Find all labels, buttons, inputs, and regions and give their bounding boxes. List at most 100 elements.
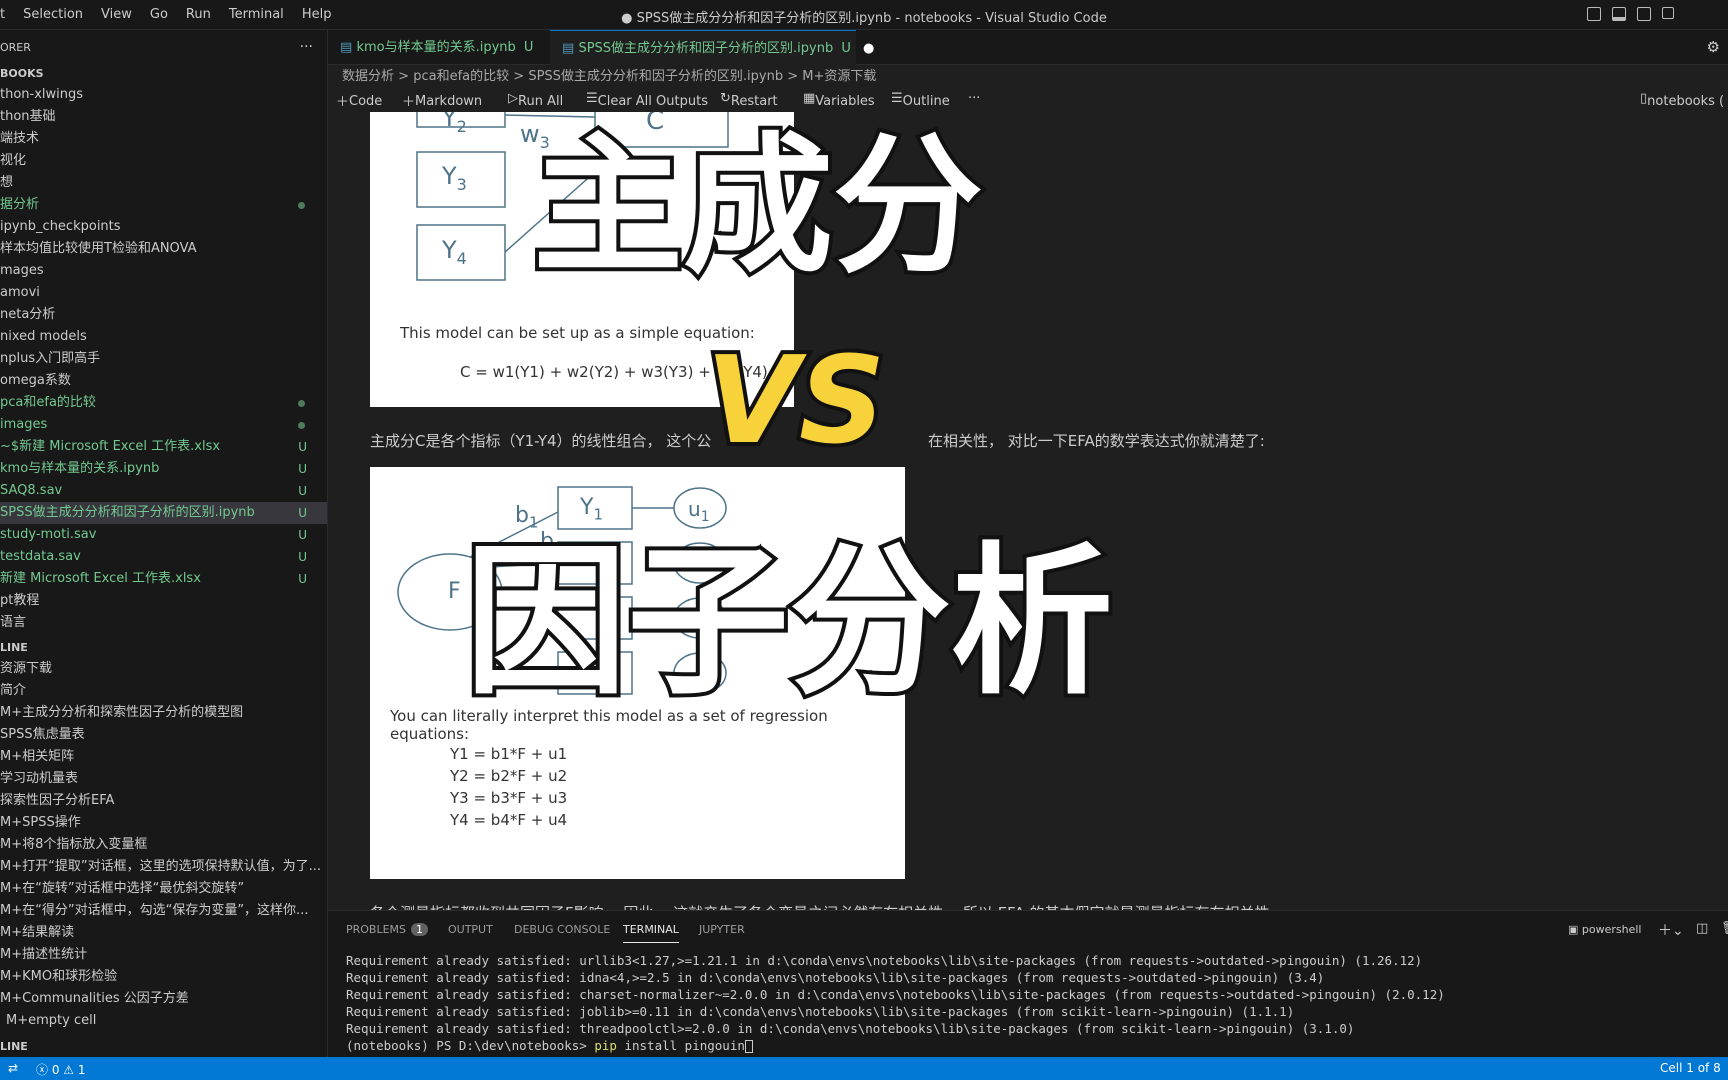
tab-problems[interactable]: PROBLEMS xyxy=(346,923,406,936)
workspace-section-header[interactable]: BOOKS xyxy=(0,64,327,84)
file-tree-item[interactable]: ~$新建 Microsoft Excel 工作表.xlsx U xyxy=(0,436,327,458)
file-tree-item[interactable]: thon基础 xyxy=(0,106,327,128)
variables-button[interactable]: ▦ Variables xyxy=(803,91,875,109)
tab-jupyter[interactable]: JUPYTER xyxy=(699,923,745,936)
run-all-button[interactable]: ▷ Run All xyxy=(508,91,563,109)
overlay-vs: VS xyxy=(702,332,889,471)
outline-item[interactable]: M+在“旋转”对话框中选择“最优斜交旋转” xyxy=(0,878,327,900)
breadcrumb-item[interactable]: SPSS做主成分分析和因子分析的区别.ipynb xyxy=(528,69,783,84)
toggle-panel-icon[interactable] xyxy=(1612,7,1626,21)
file-tree-item[interactable]: 新建 Microsoft Excel 工作表.xlsx U xyxy=(0,568,327,590)
outline-item[interactable]: 简介 xyxy=(0,680,327,702)
problems-status[interactable]: ⓧ 0 ⚠ 1 xyxy=(36,1061,86,1078)
new-terminal-icon[interactable]: ＋⌄ xyxy=(1658,920,1684,940)
file-tree-item[interactable]: nplus入门即高手 xyxy=(0,348,327,370)
clear-outputs-button[interactable]: ☰ Clear All Outputs xyxy=(586,91,708,109)
file-tree-item[interactable]: 语言 xyxy=(0,612,327,634)
kill-terminal-icon[interactable]: 🗑 xyxy=(1721,921,1728,936)
efa-y1-label: Y xyxy=(580,495,594,520)
outline-button[interactable]: ☰ Outline xyxy=(891,91,950,109)
toggle-sidebar-icon[interactable] xyxy=(1587,7,1601,21)
outline-item[interactable]: M+Communalities 公因子方差 xyxy=(0,988,327,1010)
problems-count-badge: 1 xyxy=(411,923,428,936)
file-tree-item[interactable]: omega系数 xyxy=(0,370,327,392)
tab-kmo[interactable]: ▤ kmo与样本量的关系.ipynb U xyxy=(328,30,533,65)
y4-subscript: 4 xyxy=(456,248,467,268)
add-code-button[interactable]: ＋ Code xyxy=(336,91,382,110)
file-tree-item[interactable]: 据分析 xyxy=(0,194,327,216)
customize-layout-icon[interactable] xyxy=(1662,7,1674,19)
outline-item[interactable]: M+描述性统计 xyxy=(0,944,327,966)
file-tree-item[interactable]: thon-xlwings xyxy=(0,84,327,106)
file-label: images xyxy=(0,417,48,432)
restart-button[interactable]: ↻ Restart xyxy=(720,91,778,109)
file-tree-item[interactable]: nixed models xyxy=(0,326,327,348)
remote-icon[interactable]: ⇄ xyxy=(8,1061,18,1075)
file-tree-item[interactable]: kmo与样本量的关系.ipynb U xyxy=(0,458,327,480)
file-tree-item[interactable]: pca和efa的比较 xyxy=(0,392,327,414)
explorer-sidebar: ORER ··· BOOKS thon-xlwings thon基础 端技术 视化想据… xyxy=(0,30,328,1057)
outline-item[interactable]: M+SPSS操作 xyxy=(0,812,327,834)
outline-item[interactable]: 学习动机量表 xyxy=(0,768,327,790)
file-label: amovi xyxy=(0,285,40,300)
status-bar: ⇄ ⓧ 0 ⚠ 1 Cell 1 of 8 xyxy=(0,1057,1728,1080)
file-tree-item[interactable]: 想 xyxy=(0,172,327,194)
file-label: thon-xlwings xyxy=(0,87,84,102)
git-untracked-badge: U xyxy=(298,506,307,520)
outline-item[interactable]: M+KMO和球形检验 xyxy=(0,966,327,988)
breadcrumb-item[interactable]: 数据分析 xyxy=(342,69,394,84)
kernel-picker[interactable]: ▯ notebooks ( xyxy=(1640,91,1724,109)
outline-item[interactable]: 探索性因子分析EFA xyxy=(0,790,327,812)
outline-item[interactable]: M+在“得分”对话框中，勾选“保存为变量”，这样你... xyxy=(0,900,327,922)
breadcrumb-sep: > xyxy=(398,69,410,84)
file-tree-item[interactable]: images xyxy=(0,414,327,436)
file-label: pca和efa的比较 xyxy=(0,395,96,410)
file-tree-item[interactable]: 端技术 xyxy=(0,128,327,150)
file-label: 新建 Microsoft Excel 工作表.xlsx xyxy=(0,571,201,586)
cell-position[interactable]: Cell 1 of 8 xyxy=(1660,1061,1721,1075)
file-label: 据分析 xyxy=(0,197,40,212)
more-actions-icon[interactable]: ··· xyxy=(300,39,313,55)
file-tree-item[interactable]: 视化 xyxy=(0,150,327,172)
unsaved-dot-icon[interactable]: ● xyxy=(863,41,874,56)
file-tree-item[interactable]: testdata.sav U xyxy=(0,546,327,568)
breadcrumb-item[interactable]: pca和efa的比较 xyxy=(413,69,509,84)
file-tree-item[interactable]: neta分析 xyxy=(0,304,327,326)
toggle-secondary-sidebar-icon[interactable] xyxy=(1637,7,1651,21)
file-tree-item[interactable]: study-moti.sav U xyxy=(0,524,327,546)
outline-item[interactable]: M+将8个指标放入变量框 xyxy=(0,834,327,856)
file-tree-item[interactable]: pt教程 xyxy=(0,590,327,612)
file-tree-item[interactable]: mages xyxy=(0,260,327,282)
timeline-section-header[interactable]: LINE xyxy=(0,1037,28,1057)
tab-badge: U xyxy=(523,40,534,55)
file-tree-item[interactable]: amovi xyxy=(0,282,327,304)
outline-item[interactable]: 资源下载 xyxy=(0,658,327,680)
file-tree-item[interactable]: ipynb_checkpoints xyxy=(0,216,327,238)
settings-gear-icon[interactable]: ⚙ xyxy=(1707,38,1720,56)
outline-item[interactable]: M+主成分分析和探索性因子分析的模型图 xyxy=(0,702,327,724)
file-tree-item[interactable]: SAQ8.sav U xyxy=(0,480,327,502)
outline-item[interactable]: M+结果解读 xyxy=(0,922,327,944)
breadcrumb-sep: > xyxy=(787,69,799,84)
tab-output[interactable]: OUTPUT xyxy=(448,923,493,936)
notebook-editor[interactable]: Y2 w3 C Y3 Y4 This model can be set up a… xyxy=(328,112,1728,910)
tab-terminal[interactable]: TERMINAL xyxy=(623,923,679,943)
breadcrumb-item[interactable]: M+资源下载 xyxy=(802,69,876,84)
file-tree-item[interactable]: 样本均值比较使用T检验和ANOVA xyxy=(0,238,327,260)
outline-item[interactable]: M+相关矩阵 xyxy=(0,746,327,768)
efa-y1-subscript: 1 xyxy=(593,505,603,524)
outline-item[interactable]: M+empty cell xyxy=(0,1010,327,1032)
terminal-shell-label[interactable]: ▣ powershell xyxy=(1568,923,1641,936)
tab-spss-active[interactable]: ▤ SPSS做主成分分析和因子分析的区别.ipynb U ● xyxy=(550,30,874,66)
file-tree-item[interactable]: SPSS做主成分分析和因子分析的区别.ipynb U xyxy=(0,502,327,524)
outline-item[interactable]: SPSS焦虑量表 xyxy=(0,724,327,746)
split-terminal-icon[interactable]: ◫ xyxy=(1696,921,1708,936)
pca-caption: This model can be set up as a simple equ… xyxy=(400,324,755,342)
more-toolbar-icon[interactable]: ··· xyxy=(968,91,980,106)
add-markdown-button[interactable]: ＋ Markdown xyxy=(402,91,482,110)
b1-label: b xyxy=(515,503,529,528)
terminal-prompt-line[interactable]: (notebooks) PS D:\dev\notebooks> pip ins… xyxy=(346,1038,753,1053)
tab-debug-console[interactable]: DEBUG CONSOLE xyxy=(514,923,610,936)
outline-item[interactable]: M+打开“提取”对话框，这里的选项保持默认值，为了... xyxy=(0,856,327,878)
outline-section-header[interactable]: LINE xyxy=(0,638,327,658)
